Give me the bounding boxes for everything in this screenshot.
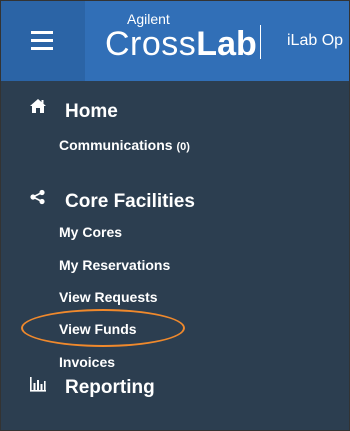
brand-bold-text: Lab <box>196 25 257 63</box>
hamburger-menu-icon <box>31 31 53 34</box>
section-core-facilities[interactable]: Core Facilities <box>1 187 349 217</box>
bar-chart-icon <box>30 377 46 392</box>
brand-main-text: CrossLab <box>105 25 257 64</box>
home-icon <box>30 99 46 113</box>
section-core-facilities-label: Core Facilities <box>65 191 195 212</box>
sidebar-item-view-requests[interactable]: View Requests <box>59 289 158 305</box>
sidebar-item-view-funds[interactable]: View Funds <box>59 321 137 337</box>
share-icon <box>30 189 45 205</box>
section-home-label: Home <box>65 101 118 122</box>
app-frame: Agilent CrossLab iLab Op Home Communicat… <box>0 0 350 431</box>
sidebar-item-label: Communications <box>59 137 173 153</box>
app-title[interactable]: iLab Op <box>287 32 343 50</box>
communications-count: (0) <box>176 141 190 153</box>
section-reporting-label: Reporting <box>65 377 155 398</box>
menu-toggle-button[interactable] <box>1 1 85 81</box>
section-reporting[interactable]: Reporting <box>1 367 349 398</box>
sidebar-item-my-reservations[interactable]: My Reservations <box>59 257 170 273</box>
section-home[interactable]: Home <box>1 97 349 127</box>
sidebar-item-communications[interactable]: Communications (0) <box>59 137 190 153</box>
header-divider <box>260 25 261 59</box>
sidebar-item-my-cores[interactable]: My Cores <box>59 224 122 240</box>
brand-light-text: Cross <box>105 25 197 63</box>
sidebar-navigation: Home Communications (0) Core Facilities … <box>1 81 349 430</box>
top-navigation-bar: Agilent CrossLab iLab Op <box>1 1 349 81</box>
brand-logo[interactable]: Agilent CrossLab <box>105 11 257 71</box>
